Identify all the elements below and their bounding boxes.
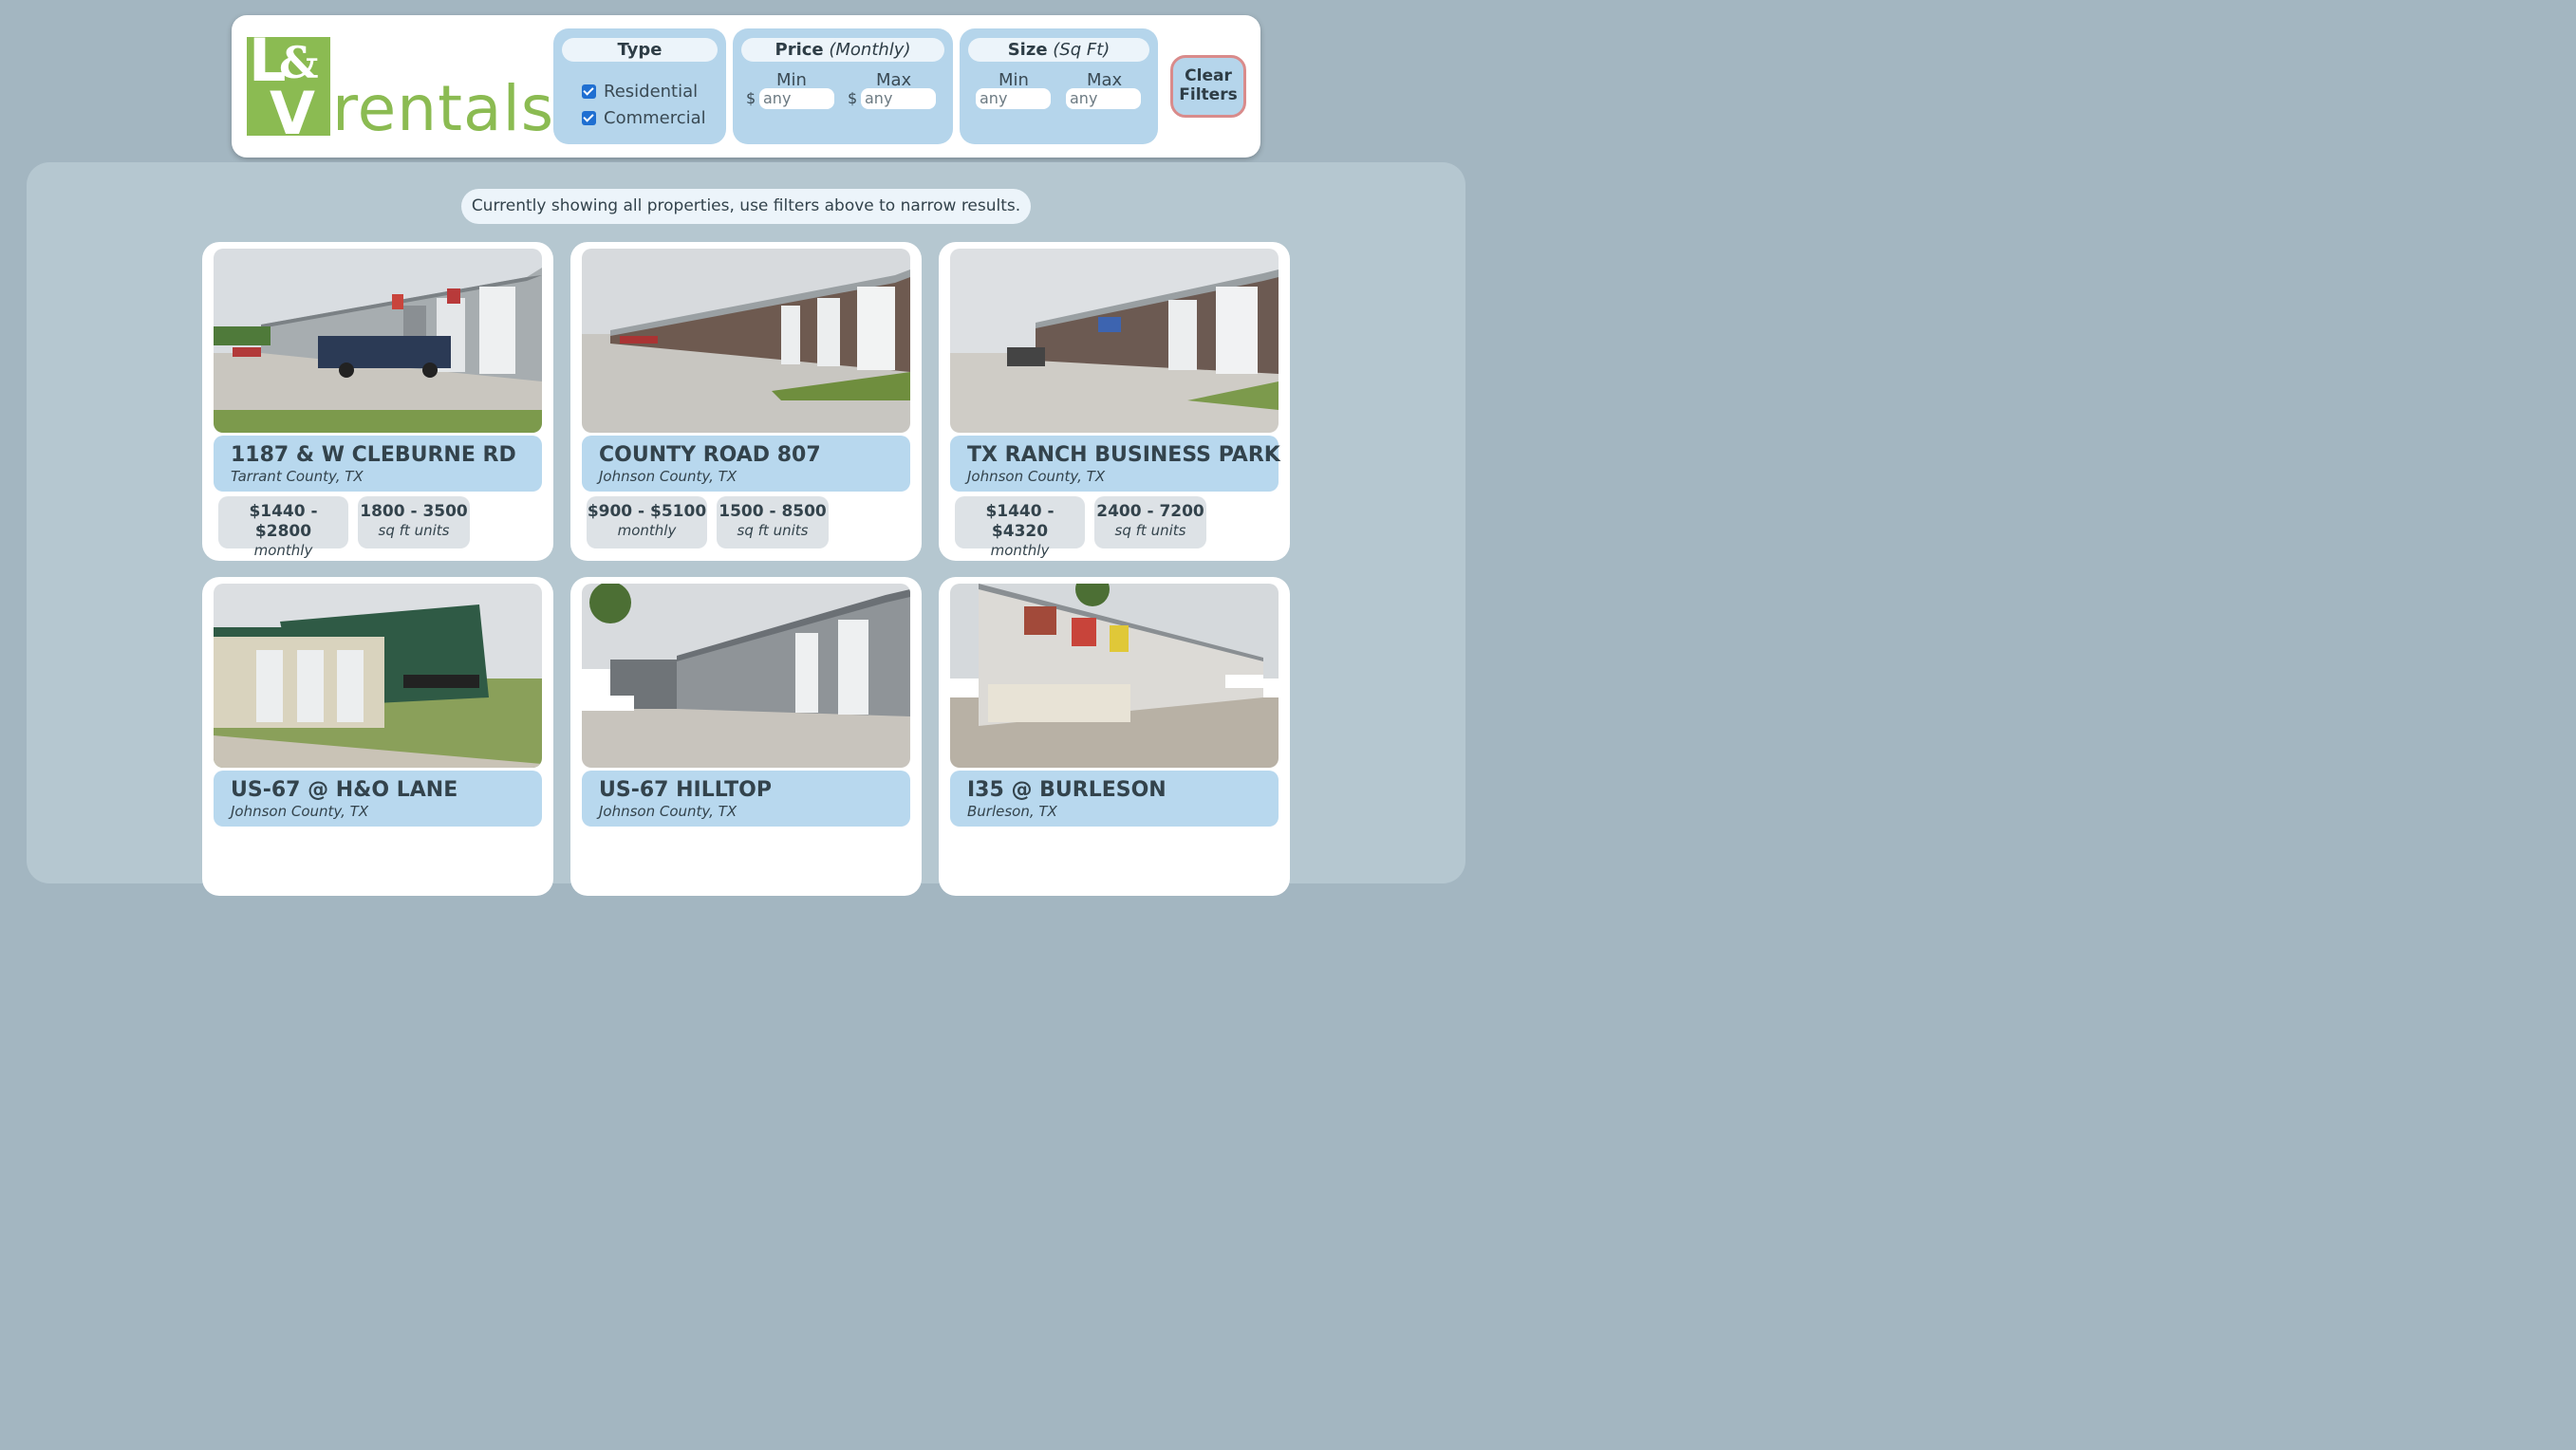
price-range: $900 - $5100 xyxy=(587,502,707,521)
commercial-label: Commercial xyxy=(604,108,706,128)
commercial-checkbox-row[interactable]: Commercial xyxy=(582,108,706,128)
property-name: COUNTY ROAD 807 xyxy=(599,443,821,467)
commercial-checkbox[interactable] xyxy=(582,111,596,125)
size-unit: sq ft units xyxy=(378,522,450,539)
residential-checkbox[interactable] xyxy=(582,84,596,99)
clear-filters-line2: Filters xyxy=(1179,85,1238,104)
price-unit: monthly xyxy=(617,522,677,539)
property-photo[interactable] xyxy=(950,249,1279,433)
residential-label: Residential xyxy=(604,82,699,102)
size-badge: 2400 - 7200 sq ft units xyxy=(1094,496,1206,548)
results-notice: Currently showing all properties, use fi… xyxy=(461,189,1031,224)
property-title-box: US-67 HILLTOP Johnson County, TX xyxy=(582,771,910,827)
property-location: Tarrant County, TX xyxy=(231,468,364,485)
price-min-currency: $ xyxy=(746,89,756,107)
price-max-input[interactable]: any xyxy=(861,88,936,109)
property-card[interactable]: COUNTY ROAD 807 Johnson County, TX $900 … xyxy=(570,242,922,561)
property-title-box: TX RANCH BUSINESS PARK Johnson County, T… xyxy=(950,436,1280,492)
price-min-input[interactable]: any xyxy=(759,88,834,109)
property-title-box: I35 @ BURLESON Burleson, TX xyxy=(950,771,1279,827)
property-name: US-67 HILLTOP xyxy=(599,778,772,802)
property-location: Johnson County, TX xyxy=(599,468,737,485)
price-badge: $1440 - $2800 monthly xyxy=(218,496,348,559)
price-max-currency: $ xyxy=(848,89,858,107)
price-filter: Price (Monthly) Min Max $ any $ any xyxy=(733,28,953,144)
logo-mark: L & V xyxy=(247,31,330,143)
property-photo[interactable] xyxy=(582,249,910,433)
size-badge: 1800 - 3500 sq ft units xyxy=(358,496,470,548)
size-unit: sq ft units xyxy=(1114,522,1186,539)
property-card[interactable]: 1187 & W CLEBURNE RD Tarrant County, TX … xyxy=(202,242,553,561)
property-photo[interactable] xyxy=(214,584,542,768)
size-min-input[interactable]: any xyxy=(976,88,1051,109)
property-card[interactable]: I35 @ BURLESON Burleson, TX xyxy=(939,577,1290,896)
size-badge: 1500 - 8500 sq ft units xyxy=(717,496,829,548)
clear-filters-line1: Clear xyxy=(1185,66,1232,85)
property-name: TX RANCH BUSINESS PARK xyxy=(967,443,1280,467)
logo-wordmark: rentals xyxy=(332,72,555,145)
price-badge: $1440 - $4320 monthly xyxy=(955,496,1085,559)
property-photo[interactable] xyxy=(214,249,542,433)
size-max-input[interactable]: any xyxy=(1066,88,1141,109)
property-name: I35 @ BURLESON xyxy=(967,778,1167,802)
property-location: Johnson County, TX xyxy=(967,468,1106,485)
size-range: 1800 - 3500 xyxy=(360,502,468,521)
property-photo[interactable] xyxy=(950,584,1279,768)
size-filter: Size (Sq Ft) Min Max any any xyxy=(960,28,1158,144)
property-location: Johnson County, TX xyxy=(599,803,737,820)
size-max-label: Max xyxy=(1087,70,1123,90)
clear-filters-button[interactable]: Clear Filters xyxy=(1170,55,1246,118)
type-filter: Type Residential Commercial xyxy=(553,28,726,144)
filter-header: L & V rentals Type Residential Commercia… xyxy=(232,15,1260,158)
property-card[interactable]: US-67 @ H&O LANE Johnson County, TX xyxy=(202,577,553,896)
property-title-box: COUNTY ROAD 807 Johnson County, TX xyxy=(582,436,910,492)
property-card[interactable]: TX RANCH BUSINESS PARK Johnson County, T… xyxy=(939,242,1290,561)
property-name: 1187 & W CLEBURNE RD xyxy=(231,443,516,467)
size-range: 2400 - 7200 xyxy=(1096,502,1204,521)
type-filter-title: Type xyxy=(562,38,718,62)
property-location: Johnson County, TX xyxy=(231,803,369,820)
property-name: US-67 @ H&O LANE xyxy=(231,778,458,802)
price-range: $1440 - $2800 xyxy=(249,502,318,541)
size-unit: sq ft units xyxy=(737,522,809,539)
property-card[interactable]: US-67 HILLTOP Johnson County, TX xyxy=(570,577,922,896)
size-filter-title: Size (Sq Ft) xyxy=(968,38,1149,62)
price-unit: monthly xyxy=(990,542,1050,559)
price-unit: monthly xyxy=(253,542,313,559)
size-min-label: Min xyxy=(999,70,1029,90)
property-photo[interactable] xyxy=(582,584,910,768)
size-range: 1500 - 8500 xyxy=(719,502,827,521)
property-title-box: US-67 @ H&O LANE Johnson County, TX xyxy=(214,771,542,827)
logo-letter-v: V xyxy=(270,79,315,148)
residential-checkbox-row[interactable]: Residential xyxy=(582,82,698,102)
price-min-label: Min xyxy=(776,70,807,90)
property-title-box: 1187 & W CLEBURNE RD Tarrant County, TX xyxy=(214,436,542,492)
price-badge: $900 - $5100 monthly xyxy=(587,496,707,548)
property-location: Burleson, TX xyxy=(967,803,1057,820)
company-logo[interactable]: L & V rentals xyxy=(247,31,553,143)
price-max-label: Max xyxy=(876,70,912,90)
price-range: $1440 - $4320 xyxy=(985,502,1055,541)
price-filter-title: Price (Monthly) xyxy=(741,38,944,62)
